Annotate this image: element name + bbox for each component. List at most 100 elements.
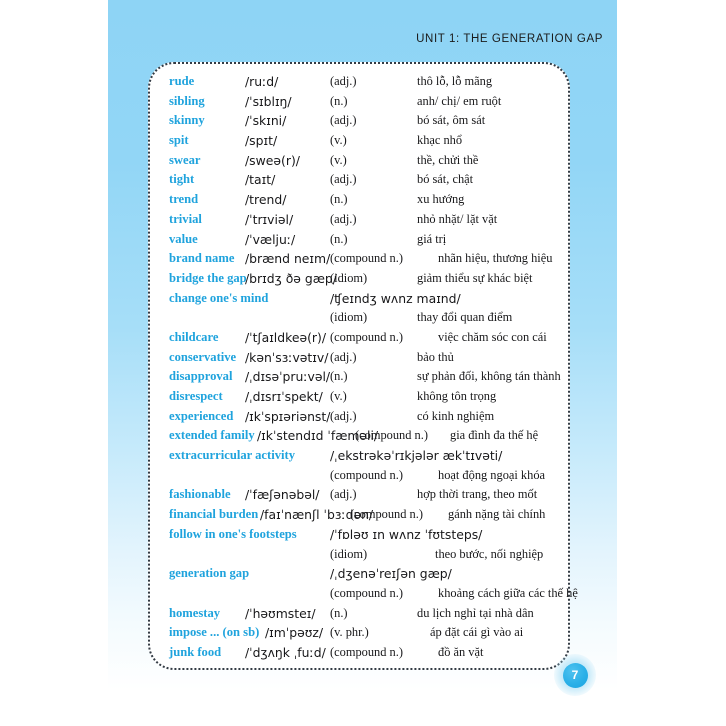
vocabulary-word: extended family xyxy=(169,428,255,443)
vocabulary-part-of-speech: (idiom) xyxy=(330,546,368,561)
vocabulary-row: trend/trend/ (n.) xu hướng xyxy=(150,192,572,212)
vocabulary-part-of-speech: (v. phr.) xyxy=(330,625,369,640)
vocabulary-row: tight/taɪt/ (adj.) bó sát, chật xyxy=(150,172,572,192)
vocabulary-part-of-speech: (n.) xyxy=(330,231,348,246)
vocabulary-meaning: giảm thiểu sự khác biệt xyxy=(417,270,533,285)
vocabulary-word: childcare xyxy=(169,329,219,344)
vocabulary-part-of-speech: (compound n.) xyxy=(330,644,403,659)
vocabulary-list: rude/ruːd/ (adj.) thô lỗ, lỗ mãng sibling/ˈ… xyxy=(150,64,578,665)
vocabulary-part-of-speech: (v.) xyxy=(330,152,347,167)
vocabulary-phonetic: /ˌdʒenəˈreɪʃən gæp/ xyxy=(330,566,452,582)
vocabulary-phonetic: /ˈdʒʌŋk ˌfuːd/ xyxy=(245,644,326,660)
vocabulary-part-of-speech: (adj.) xyxy=(330,74,357,88)
vocabulary-meaning: có kinh nghiệm xyxy=(417,408,495,423)
vocabulary-row: (compound n.) hoạt động ngoại khóa xyxy=(150,468,572,488)
vocabulary-phonetic: /ˌekstrəkəˈrɪkjələr ækˈtɪvəti/ xyxy=(330,448,503,464)
page-wrap: UNIT 1: THE GENERATION GAP rude/ruːd/ (ad… xyxy=(0,0,726,726)
vocabulary-part-of-speech: (adj.) xyxy=(330,408,357,423)
vocabulary-meaning: xu hướng xyxy=(417,192,465,207)
vocabulary-meaning: sự phản đối, không tán thành xyxy=(417,369,561,384)
vocabulary-meaning: đồ ăn vặt xyxy=(438,644,484,659)
vocabulary-meaning: thô lỗ, lỗ mãng xyxy=(417,74,493,88)
vocabulary-word: disapproval xyxy=(169,369,233,384)
running-header-title: UNIT 1: THE GENERATION GAP xyxy=(416,33,603,45)
vocabulary-phonetic: /sweə(r)/ xyxy=(245,152,300,168)
vocabulary-word: value xyxy=(169,231,198,246)
vocabulary-meaning: bó sát, chật xyxy=(417,172,474,187)
vocabulary-word: swear xyxy=(169,152,201,167)
vocabulary-part-of-speech: (adj.) xyxy=(330,211,357,226)
vocabulary-meaning: bó sát, ôm sát xyxy=(417,113,486,128)
vocabulary-word: spit xyxy=(169,133,189,148)
vocabulary-part-of-speech: (compound n.) xyxy=(330,251,403,266)
vocabulary-phonetic: /ˈtrɪviəl/ xyxy=(245,211,294,227)
vocabulary-word: rude xyxy=(169,74,195,88)
vocabulary-row: homestay/ˈhəʊmsteɪ/ (n.) du lịch nghỉ tại … xyxy=(150,606,572,626)
vocabulary-meaning: hợp thời trang, theo mốt xyxy=(417,487,538,502)
vocabulary-meaning: nhỏ nhặt/ lặt vặt xyxy=(417,211,498,226)
vocabulary-meaning: gánh nặng tài chính xyxy=(448,507,546,522)
vocabulary-row: value/ˈvæljuː/ (n.) giá trị xyxy=(150,232,572,252)
vocabulary-row: fashionable/ˈfæʃənəbəl/ (adj.) hợp thời tr… xyxy=(150,487,572,507)
vocabulary-phonetic: /ˈfæʃənəbəl/ xyxy=(245,487,320,503)
vocabulary-part-of-speech: (adj.) xyxy=(330,487,357,502)
vocabulary-phonetic: /ˈskɪni/ xyxy=(245,113,287,129)
vocabulary-phonetic: /ruːd/ xyxy=(245,74,279,89)
vocabulary-part-of-speech: (adj.) xyxy=(330,172,357,187)
vocabulary-phonetic: /ʧeɪndʒ wʌnz maɪnd/ xyxy=(330,290,461,306)
vocabulary-meaning: hoạt động ngoại khóa xyxy=(438,467,546,482)
vocabulary-part-of-speech: (compound n.) xyxy=(355,428,428,443)
vocabulary-part-of-speech: (n.) xyxy=(330,605,348,620)
vocabulary-part-of-speech: (compound n.) xyxy=(330,467,403,482)
vocabulary-part-of-speech: (n.) xyxy=(330,369,348,384)
vocabulary-phonetic: /ˈvæljuː/ xyxy=(245,231,296,247)
vocabulary-word: experienced xyxy=(169,408,234,423)
vocabulary-word: financial burden xyxy=(169,507,259,522)
vocabulary-word: junk food xyxy=(169,644,222,659)
vocabulary-row: extracurricular activity/ˌekstrəkəˈrɪkjə… xyxy=(150,448,572,468)
vocabulary-row: (idiom) theo bước, nối nghiệp xyxy=(150,547,572,567)
vocabulary-meaning: giá trị xyxy=(417,231,447,246)
vocabulary-meaning: áp đặt cái gì vào ai xyxy=(430,625,524,640)
vocabulary-row: financial burden/faɪˈnænʃl ˈbɜːdən/(comp… xyxy=(150,507,572,527)
vocabulary-word: disrespect xyxy=(169,389,223,403)
page-number-badge: 7 xyxy=(554,654,596,696)
vocabulary-row: sibling/ˈsɪblɪŋ/ (n.) anh/ chị/ em ruột xyxy=(150,94,572,114)
vocabulary-row: change one's mind/ʧeɪndʒ wʌnz maɪnd/ xyxy=(150,291,572,311)
vocabulary-meaning: theo bước, nối nghiệp xyxy=(435,546,544,561)
vocabulary-word: trivial xyxy=(169,211,202,226)
vocabulary-row: brand name/brænd neɪm/(compound n.) nhãn … xyxy=(150,251,572,271)
vocabulary-meaning: nhãn hiệu, thương hiệu xyxy=(438,251,553,266)
vocabulary-word: impose ... (on sb) xyxy=(169,625,260,640)
vocabulary-part-of-speech: (n.) xyxy=(330,192,348,207)
vocabulary-meaning: thay đổi quan điểm xyxy=(417,310,513,325)
vocabulary-word: change one's mind xyxy=(169,290,269,305)
vocabulary-word: fashionable xyxy=(169,487,231,502)
vocabulary-word: skinny xyxy=(169,113,205,128)
vocabulary-row: generation gap/ˌdʒenəˈreɪʃən gæp/ xyxy=(150,566,572,586)
vocabulary-row: (compound n.) khoảng cách giữa các thế hệ xyxy=(150,585,578,606)
vocabulary-meaning: du lịch nghỉ tại nhà dân xyxy=(417,605,534,620)
vocabulary-word: homestay xyxy=(169,605,221,620)
vocabulary-row: rude/ruːd/ (adj.) thô lỗ, lỗ mãng xyxy=(150,74,572,94)
vocabulary-phonetic: /brɪdʒ ðə gæp/ xyxy=(245,270,337,286)
vocabulary-meaning: khạc nhổ xyxy=(417,133,463,148)
vocabulary-part-of-speech: (v.) xyxy=(330,389,347,403)
vocabulary-meaning: anh/ chị/ em ruột xyxy=(417,93,502,108)
vocabulary-word: conservative xyxy=(169,349,237,364)
vocabulary-phonetic: /ˈfɒləʊ ɪn wʌnz ˈfʊtsteps/ xyxy=(330,526,483,542)
vocabulary-word: trend xyxy=(169,192,199,207)
vocabulary-part-of-speech: (adj.) xyxy=(330,349,357,364)
vocabulary-phonetic: /kənˈsɜːvətɪv/ xyxy=(245,349,329,365)
vocabulary-part-of-speech: (compound n.) xyxy=(330,585,403,600)
vocabulary-meaning: việc chăm sóc con cái xyxy=(438,329,547,344)
vocabulary-phonetic: /ˈhəʊmsteɪ/ xyxy=(245,605,316,621)
vocabulary-row: bridge the gap/brɪdʒ ðə gæp/(idiom) giảm … xyxy=(150,271,572,291)
vocabulary-row: impose ... (on sb) /ɪmˈpəʊz/ (v. phr.) áp đ… xyxy=(150,625,572,645)
vocabulary-meaning: thề, chửi thề xyxy=(417,152,479,167)
vocabulary-meaning: bảo thủ xyxy=(417,349,454,364)
vocabulary-word: brand name xyxy=(169,251,235,266)
vocabulary-row: (idiom) thay đổi quan điểm xyxy=(150,310,572,330)
vocabulary-word: tight xyxy=(169,172,195,187)
vocabulary-phonetic: /ɪkˈspɪəriənst/ xyxy=(245,408,331,424)
